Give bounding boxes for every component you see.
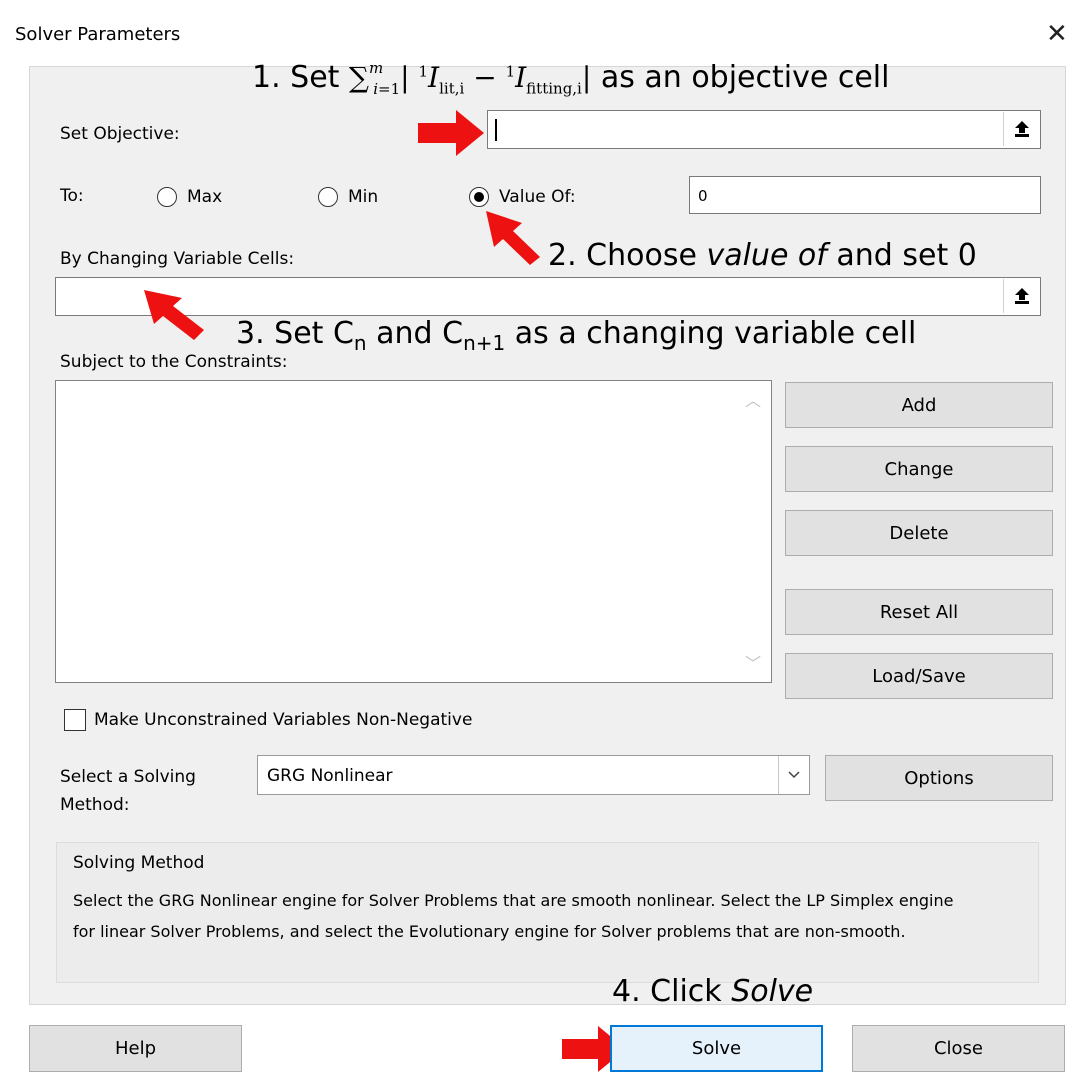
solving-method-heading: Solving Method [73,853,205,873]
scroll-up-icon[interactable]: ︿ [745,387,761,411]
radio-min[interactable] [318,187,338,207]
load-save-button[interactable]: Load/Save [785,653,1053,699]
method-label: Select a Solving Method: [60,763,196,819]
set-objective-input[interactable] [487,110,1041,149]
change-button[interactable]: Change [785,446,1053,492]
annotation-step3-sub1: n [353,331,367,355]
constraints-label: Subject to the Constraints: [60,352,288,372]
close-window-icon[interactable]: ✕ [1046,18,1068,49]
radio-value-of[interactable] [469,187,489,207]
radio-min-label: Min [348,187,379,207]
changing-cells-label: By Changing Variable Cells: [60,249,295,269]
method-label-line1: Select a Solving [60,767,196,787]
annotation-step2: 2. Choose value of and set 0 [548,238,977,273]
annotation-step4: 4. Click Solve [612,974,813,1009]
solve-button[interactable]: Solve [610,1025,823,1072]
annotation-step1-suffix: as an objective cell [591,60,890,95]
collapse-reference-icon[interactable] [1003,112,1039,146]
nonneg-checkbox[interactable] [64,709,86,731]
scroll-down-icon[interactable]: ﹀ [745,650,761,674]
annotation-step2-prefix: 2. Choose [548,238,707,273]
annotation-step1: 1. Set ∑mi=1| 1Ilit,i − 1Ifitting,i| as … [252,58,890,98]
window-title: Solver Parameters [15,24,181,45]
arrow-step1-icon [418,110,484,156]
annotation-step3-sub2: n+1 [463,331,506,355]
radio-max-label: Max [187,187,223,207]
options-button[interactable]: Options [825,755,1053,801]
arrow-step3-icon [144,290,204,340]
constraints-list[interactable]: ︿ ﹀ [55,380,772,683]
reset-all-button[interactable]: Reset All [785,589,1053,635]
annotation-step3: 3. Set Cn and Cn+1 as a changing variabl… [236,316,916,355]
add-button[interactable]: Add [785,382,1053,428]
text-caret [495,119,497,141]
solving-method-group: Solving Method Select the GRG Nonlinear … [56,842,1039,983]
set-objective-label: Set Objective: [60,124,180,144]
objective-formula: ∑mi=1| 1Ilit,i − 1Ifitting,i| [348,58,592,98]
annotation-step4-italic: Solve [731,974,814,1009]
annotation-step4-prefix: 4. Click [612,974,732,1009]
help-button[interactable]: Help [29,1025,242,1072]
method-label-line2: Method: [60,795,130,815]
method-selected-value: GRG Nonlinear [267,766,393,786]
annotation-step1-prefix: 1. Set [252,60,349,95]
annotation-step3-mid: and C [366,316,464,351]
to-label: To: [60,186,84,206]
annotation-step2-suffix: and set 0 [826,238,977,273]
collapse-reference-icon[interactable] [1003,279,1039,313]
annotation-step2-italic: value of [706,238,827,273]
value-of-value: 0 [698,187,708,205]
delete-button[interactable]: Delete [785,510,1053,556]
radio-max[interactable] [157,187,177,207]
solving-method-description: Select the GRG Nonlinear engine for Solv… [73,891,954,941]
nonneg-label: Make Unconstrained Variables Non-Negativ… [94,710,473,730]
method-select[interactable]: GRG Nonlinear [257,755,810,795]
annotation-step3-suffix: as a changing variable cell [505,316,917,351]
annotation-step3-prefix: 3. Set C [236,316,354,351]
close-button[interactable]: Close [852,1025,1065,1072]
radio-value-of-label: Value Of: [499,187,576,207]
value-of-input[interactable]: 0 [689,176,1041,214]
chevron-down-icon[interactable] [778,756,809,794]
arrow-step2-icon [486,211,540,265]
